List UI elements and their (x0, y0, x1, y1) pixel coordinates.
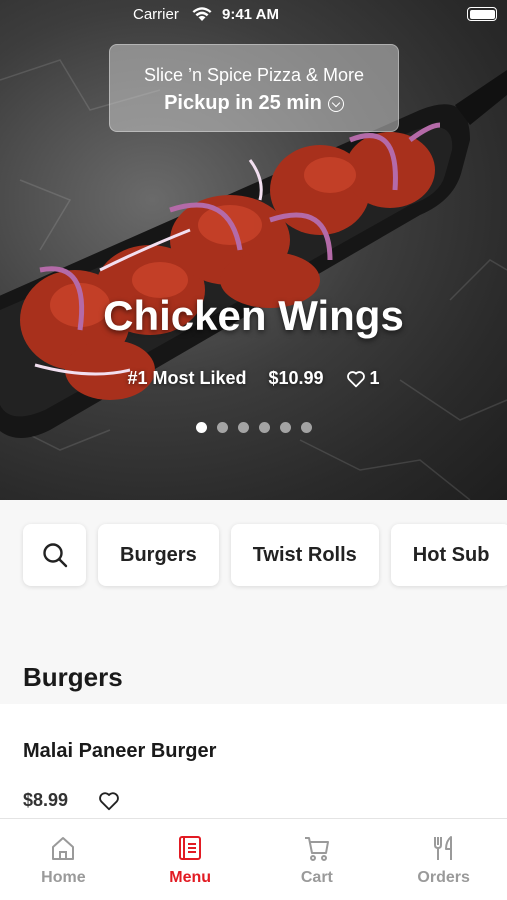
menu-icon (179, 836, 202, 860)
tab-cart[interactable]: Cart (254, 819, 381, 900)
tab-home[interactable]: Home (0, 819, 127, 900)
tab-label: Orders (417, 869, 470, 886)
item-price: $8.99 (23, 790, 69, 810)
featured-title: Chicken Wings (103, 292, 404, 339)
list-item[interactable]: Malai Paneer Burger $8.99 (0, 704, 507, 820)
tab-label: Cart (300, 869, 333, 886)
heart-icon (346, 370, 365, 387)
featured-meta: #1 Most Liked $10.99 1 (0, 368, 507, 389)
category-chip-twist-rolls[interactable]: Twist Rolls (230, 524, 379, 586)
carousel-dot[interactable] (258, 422, 270, 433)
pickup-time-selector[interactable]: Pickup in 25 min (110, 92, 398, 115)
category-bar: Burgers Twist Rolls Hot Sub (23, 524, 507, 586)
hero-banner[interactable]: Carrier 9:41 AM Slice ’n Spice Pizza & M… (0, 0, 507, 500)
pickup-time-label: Pickup in 25 min (164, 92, 322, 114)
category-chip-burgers[interactable]: Burgers (98, 524, 219, 586)
chevron-down-icon (327, 95, 344, 112)
restaurant-name: Slice ’n Spice Pizza & More (143, 65, 365, 85)
carousel-dot[interactable] (279, 422, 291, 433)
battery-icon (467, 7, 497, 21)
tab-bar: Home Menu Cart Orders (0, 818, 507, 900)
wifi-icon (192, 7, 212, 21)
orders-icon (433, 836, 452, 860)
tab-orders[interactable]: Orders (380, 819, 507, 900)
status-carrier: Carrier (133, 6, 179, 23)
featured-price: $10.99 (268, 368, 324, 388)
cart-icon (304, 837, 329, 861)
status-bar: Carrier 9:41 AM (0, 0, 507, 32)
search-icon (42, 543, 67, 568)
tab-label: Home (41, 869, 86, 886)
carousel-dot[interactable] (216, 422, 228, 433)
tab-menu[interactable]: Menu (127, 819, 254, 900)
home-icon (52, 837, 75, 860)
featured-like-count: 1 (369, 368, 380, 388)
featured-badge: #1 Most Liked (127, 368, 247, 388)
restaurant-selector[interactable]: Slice ’n Spice Pizza & More Pickup in 25… (109, 44, 399, 132)
carousel-dot[interactable] (237, 422, 249, 433)
item-name: Malai Paneer Burger (23, 740, 217, 762)
carousel-dot[interactable] (300, 422, 312, 433)
category-chip-hot-sub[interactable]: Hot Sub (390, 524, 507, 586)
heart-icon[interactable] (98, 790, 120, 812)
tab-label: Menu (169, 869, 212, 886)
carousel-dot[interactable] (195, 422, 207, 433)
status-time: 9:41 AM (222, 6, 279, 23)
carousel-dots (0, 422, 507, 433)
featured-like-button[interactable]: 1 (346, 368, 380, 389)
search-button[interactable] (23, 524, 86, 586)
section-title: Burgers (23, 662, 123, 692)
